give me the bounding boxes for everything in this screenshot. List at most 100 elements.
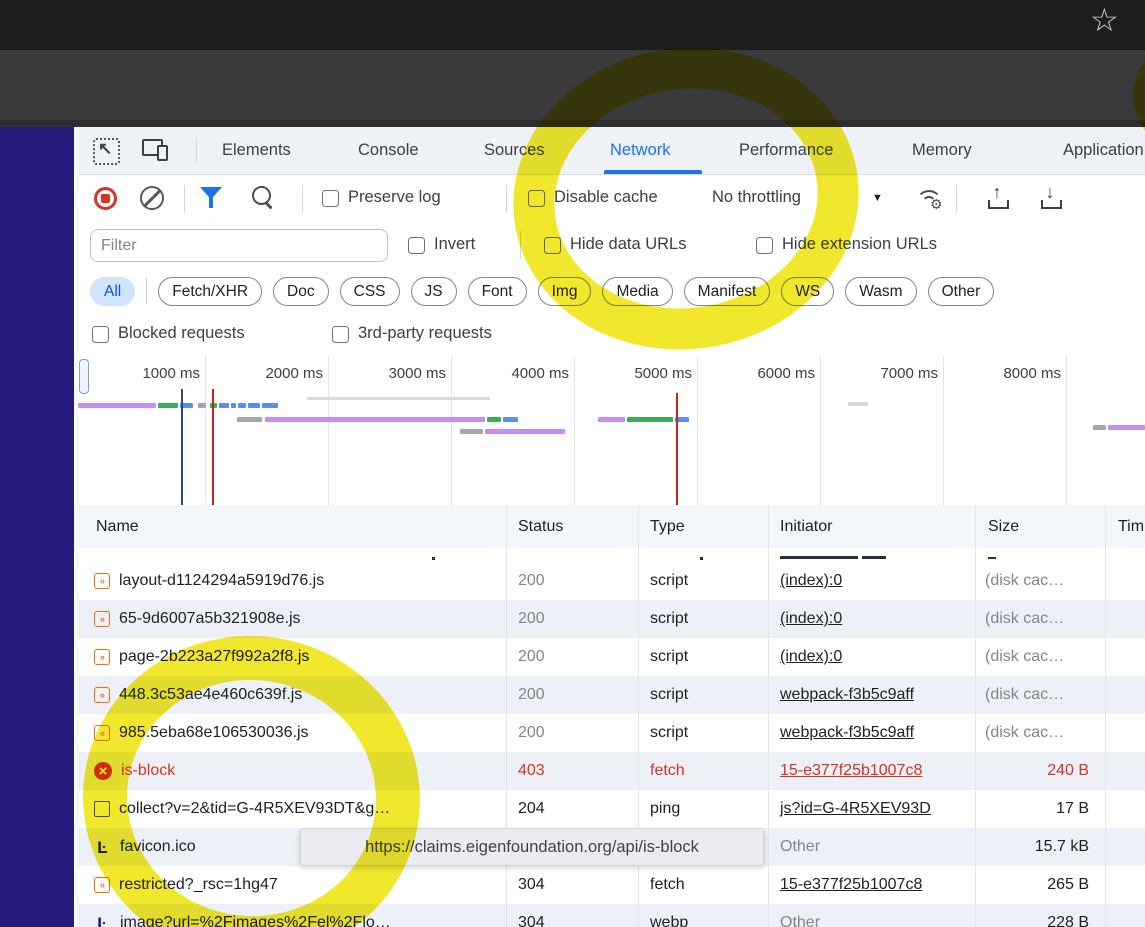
webpage-background <box>0 127 74 927</box>
status-cell: 200 <box>506 676 638 714</box>
blocked-requests-checkbox[interactable] <box>92 326 109 343</box>
table-row[interactable]: 65-9d6007a5b321908e.js 200 script (index… <box>78 600 1145 638</box>
clipped-row-mark <box>700 557 703 560</box>
table-row-error[interactable]: is-block 403 fetch 15-e377f25b1007c8 240… <box>78 752 1145 790</box>
initiator-link[interactable]: (index):0 <box>780 610 842 627</box>
filter-chip-js[interactable]: JS <box>411 277 457 306</box>
status-cell: 304 <box>506 904 638 927</box>
timeline-gridline <box>451 356 452 505</box>
tab-memory[interactable]: Memory <box>912 127 972 173</box>
timeline-tick: 4000 ms <box>469 365 569 382</box>
request-name: favicon.ico <box>120 828 196 866</box>
column-header-size[interactable]: Size <box>988 505 1019 548</box>
waterfall-segment <box>848 402 868 406</box>
chevron-down-icon[interactable]: ▼ <box>872 192 883 204</box>
tab-application[interactable]: Application <box>1063 127 1144 173</box>
disable-cache-checkbox[interactable] <box>528 190 545 207</box>
column-header-type[interactable]: Type <box>650 505 685 548</box>
column-header-time[interactable]: Tim <box>1118 505 1144 548</box>
initiator-link[interactable]: 15-e377f25b1007c8 <box>780 876 922 893</box>
table-row[interactable]: collect?v=2&tid=G-4R5XEV93DT&g… 204 ping… <box>78 790 1145 828</box>
initiator-link[interactable]: (index):0 <box>780 572 842 589</box>
timeline-gridline <box>205 356 206 505</box>
waterfall-segment <box>78 403 156 408</box>
devtools-tab-bar: Elements Console Sources Network Perform… <box>78 127 1145 175</box>
clipped-row-mark <box>780 556 858 559</box>
filter-chip-ws[interactable]: WS <box>781 277 834 306</box>
timeline-gridline <box>820 356 821 505</box>
filter-chip-media[interactable]: Media <box>602 277 672 306</box>
column-divider[interactable] <box>975 505 976 927</box>
size-cell: (disk cac… <box>975 562 1105 600</box>
table-row[interactable]: 985.5eba68e106530036.js 200 script webpa… <box>78 714 1145 752</box>
clear-button[interactable] <box>140 186 164 210</box>
filter-chip-doc[interactable]: Doc <box>273 277 329 306</box>
filter-chip-wasm[interactable]: Wasm <box>845 277 916 306</box>
bookmark-star-icon[interactable]: ☆ <box>1090 1 1119 39</box>
filter-chip-other[interactable]: Other <box>928 277 995 306</box>
table-row[interactable]: layout-d1124294a5919d76.js 200 script (i… <box>78 562 1145 600</box>
timeline-overview[interactable]: 1000 ms 2000 ms 3000 ms 4000 ms 5000 ms … <box>78 356 1145 506</box>
divider <box>956 185 957 213</box>
export-har-icon[interactable]: ↓ <box>1038 185 1062 211</box>
column-divider[interactable] <box>1105 505 1106 927</box>
column-header-name[interactable]: Name <box>96 505 139 548</box>
initiator-link[interactable]: webpack-f3b5c9aff <box>780 724 914 741</box>
table-row[interactable]: page-2b223a27f992a2f8.js 200 script (ind… <box>78 638 1145 676</box>
request-name: restricted?_rsc=1hg47 <box>119 866 278 904</box>
column-header-status[interactable]: Status <box>518 505 563 548</box>
column-divider[interactable] <box>768 505 769 927</box>
overview-grip[interactable] <box>79 359 89 394</box>
record-button[interactable] <box>94 187 117 210</box>
initiator-link[interactable]: (index):0 <box>780 648 842 665</box>
thirdparty-requests-checkbox[interactable] <box>332 326 349 343</box>
status-cell: 200 <box>506 638 638 676</box>
tab-network[interactable]: Network <box>610 127 671 173</box>
filter-chip-img[interactable]: Img <box>538 277 592 306</box>
tab-performance[interactable]: Performance <box>739 127 833 173</box>
column-header-initiator[interactable]: Initiator <box>780 505 832 548</box>
invert-checkbox[interactable] <box>408 237 425 254</box>
waterfall-segment <box>248 403 260 408</box>
filter-chip-manifest[interactable]: Manifest <box>684 277 771 306</box>
hide-data-urls-checkbox[interactable] <box>544 237 561 254</box>
filter-chip-fetchxhr[interactable]: Fetch/XHR <box>158 277 262 306</box>
throttling-dropdown[interactable]: No throttling <box>712 188 801 207</box>
tab-elements[interactable]: Elements <box>222 127 291 173</box>
initiator-link[interactable]: js?id=G-4R5XEV93D <box>780 800 931 817</box>
search-icon[interactable] <box>252 186 271 205</box>
clipped-row-mark <box>432 557 435 560</box>
selected-tab-underline <box>604 170 702 174</box>
initiator-link[interactable]: 15-e377f25b1007c8 <box>780 762 922 779</box>
filter-chip-font[interactable]: Font <box>468 277 527 306</box>
invert-label: Invert <box>434 235 475 254</box>
device-toolbar-icon[interactable] <box>142 139 168 161</box>
filter-chip-all[interactable]: All <box>90 277 135 306</box>
resource-type-filters: All Fetch/XHR Doc CSS JS Font Img Media … <box>78 269 1145 313</box>
import-har-icon[interactable]: ↑ <box>985 185 1009 211</box>
tab-console[interactable]: Console <box>358 127 419 173</box>
filter-row: Invert Hide data URLs Hide extension URL… <box>78 223 1145 269</box>
table-header: Name Status Type Initiator Size Tim <box>78 505 1145 549</box>
table-row[interactable]: 448.3c53ae4e460c639f.js 200 script webpa… <box>78 676 1145 714</box>
screenshot-root: ☆ O Ж JS Node n npm TS TS LC LB M MDN t … <box>0 0 1145 927</box>
type-cell: script <box>638 600 768 638</box>
status-cell: 403 <box>506 752 638 790</box>
hide-extension-urls-checkbox[interactable] <box>756 237 773 254</box>
script-icon <box>94 649 110 665</box>
tab-sources[interactable]: Sources <box>484 127 545 173</box>
error-icon <box>94 762 112 780</box>
request-name: 985.5eba68e106530036.js <box>119 714 309 752</box>
table-row[interactable]: restricted?_rsc=1hg47 304 fetch 15-e377f… <box>78 866 1145 904</box>
initiator-link[interactable]: webpack-f3b5c9aff <box>780 686 914 703</box>
filter-input[interactable] <box>90 229 388 262</box>
status-cell: 304 <box>506 866 638 904</box>
filter-icon[interactable] <box>200 187 222 208</box>
type-cell: script <box>638 638 768 676</box>
filter-chip-css[interactable]: CSS <box>340 277 400 306</box>
network-conditions-icon[interactable]: ⚙ <box>915 188 945 212</box>
inspect-element-icon[interactable] <box>93 138 120 165</box>
table-row[interactable]: image?url=%2Fimages%2Fel%2Flo… 304 webp … <box>78 904 1145 927</box>
preserve-log-checkbox[interactable] <box>322 190 339 207</box>
document-icon <box>94 801 110 817</box>
